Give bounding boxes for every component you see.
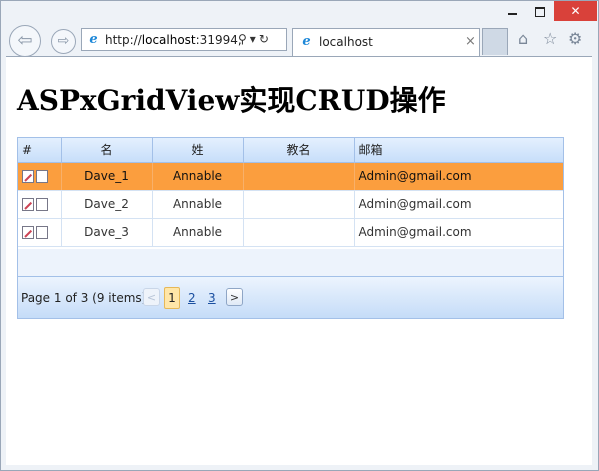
address-scheme: http:// [105, 33, 142, 47]
edit-icon[interactable] [22, 170, 34, 183]
navigation-bar: ⇦ ⇨ e http://localhost:31994, ⚲ ▾ ↻ e loca… [1, 25, 598, 57]
table-row[interactable]: Dave_1 Annable Admin@gmail.com [18, 162, 563, 191]
cell-christian-name [243, 218, 355, 247]
tab-favicon-icon: e [302, 34, 311, 49]
new-icon[interactable] [36, 226, 48, 239]
tab-title: localhost [319, 35, 373, 49]
browser-window: ✕ ⇦ ⇨ e http://localhost:31994, ⚲ ▾ ↻ e lo… [0, 0, 599, 471]
cell-first-name: Dave_1 [61, 162, 153, 191]
column-header-last-name[interactable]: 姓 [152, 138, 244, 163]
favorites-star-icon[interactable]: ☆ [543, 31, 557, 47]
close-window-button[interactable]: ✕ [554, 1, 597, 21]
aspx-grid-view: # 名 姓 教名 邮箱 Dave_1 Annable Admin@gmail.c… [17, 137, 564, 319]
command-cell [18, 190, 62, 219]
pager-prev-button[interactable]: < [143, 288, 160, 306]
pager-page-3[interactable]: 3 [208, 288, 216, 308]
column-header-christian-name[interactable]: 教名 [243, 138, 355, 163]
forward-button[interactable]: ⇨ [51, 29, 76, 54]
search-icon[interactable]: ⚲ [238, 32, 247, 46]
pager-page-1[interactable]: 1 [164, 287, 180, 309]
cell-first-name: Dave_3 [61, 218, 153, 247]
column-header-first-name[interactable]: 名 [61, 138, 153, 163]
maximize-icon [535, 6, 545, 17]
cell-christian-name [243, 190, 355, 219]
back-button[interactable]: ⇦ [9, 25, 41, 57]
grid-pager: Page 1 of 3 (9 items) < 1 2 3 > [18, 277, 563, 318]
arrow-right-icon: ⇨ [57, 33, 70, 49]
page-title: ASPxGridView实现CRUD操作 [17, 84, 446, 117]
cell-last-name: Annable [152, 190, 244, 219]
cell-last-name: Annable [152, 218, 244, 247]
cell-email: Admin@gmail.com [354, 190, 563, 219]
command-cell [18, 218, 62, 247]
tab-close-icon[interactable]: × [465, 34, 476, 49]
page-content: ASPxGridView实现CRUD操作 # 名 姓 教名 邮箱 Dave_1 … [6, 56, 592, 465]
address-tools: ⚲ ▾ ↻ [238, 32, 272, 46]
minimize-button[interactable] [498, 1, 526, 21]
command-cell [18, 162, 62, 191]
ie-logo-icon: e [89, 32, 98, 47]
cell-last-name: Annable [152, 162, 244, 191]
refresh-icon[interactable]: ↻ [259, 32, 269, 46]
address-bar[interactable]: e http://localhost:31994, ⚲ ▾ ↻ [81, 28, 287, 51]
edit-icon[interactable] [22, 226, 34, 239]
column-header-command[interactable]: # [18, 138, 62, 163]
edit-icon[interactable] [22, 198, 34, 211]
column-header-email[interactable]: 邮箱 [354, 138, 563, 163]
pager-summary: Page 1 of 3 (9 items) [21, 291, 147, 305]
title-bar: ✕ [1, 1, 598, 25]
home-icon[interactable]: ⌂ [518, 31, 528, 47]
new-icon[interactable] [36, 170, 48, 183]
gear-icon[interactable]: ⚙ [568, 31, 582, 47]
arrow-left-icon: ⇦ [17, 30, 33, 51]
address-host: localhost [141, 33, 196, 47]
grid-empty-area [18, 249, 563, 277]
pager-next-button[interactable]: > [226, 288, 243, 306]
address-text[interactable]: http://localhost:31994, [105, 33, 242, 47]
table-row[interactable]: Dave_2 Annable Admin@gmail.com [18, 190, 563, 219]
table-row[interactable]: Dave_3 Annable Admin@gmail.com [18, 218, 563, 247]
pager-page-2[interactable]: 2 [188, 288, 196, 308]
dropdown-icon[interactable]: ▾ [250, 32, 256, 46]
cell-email: Admin@gmail.com [354, 162, 563, 191]
address-port: :31994, [195, 33, 242, 47]
grid-header-row: # 名 姓 教名 邮箱 [18, 138, 563, 163]
new-tab-button[interactable] [482, 28, 508, 55]
browser-tab[interactable]: e localhost × [292, 28, 480, 56]
cell-first-name: Dave_2 [61, 190, 153, 219]
maximize-button[interactable] [526, 1, 554, 21]
new-icon[interactable] [36, 198, 48, 211]
minimize-icon [507, 13, 517, 15]
cell-email: Admin@gmail.com [354, 218, 563, 247]
cell-christian-name [243, 162, 355, 191]
